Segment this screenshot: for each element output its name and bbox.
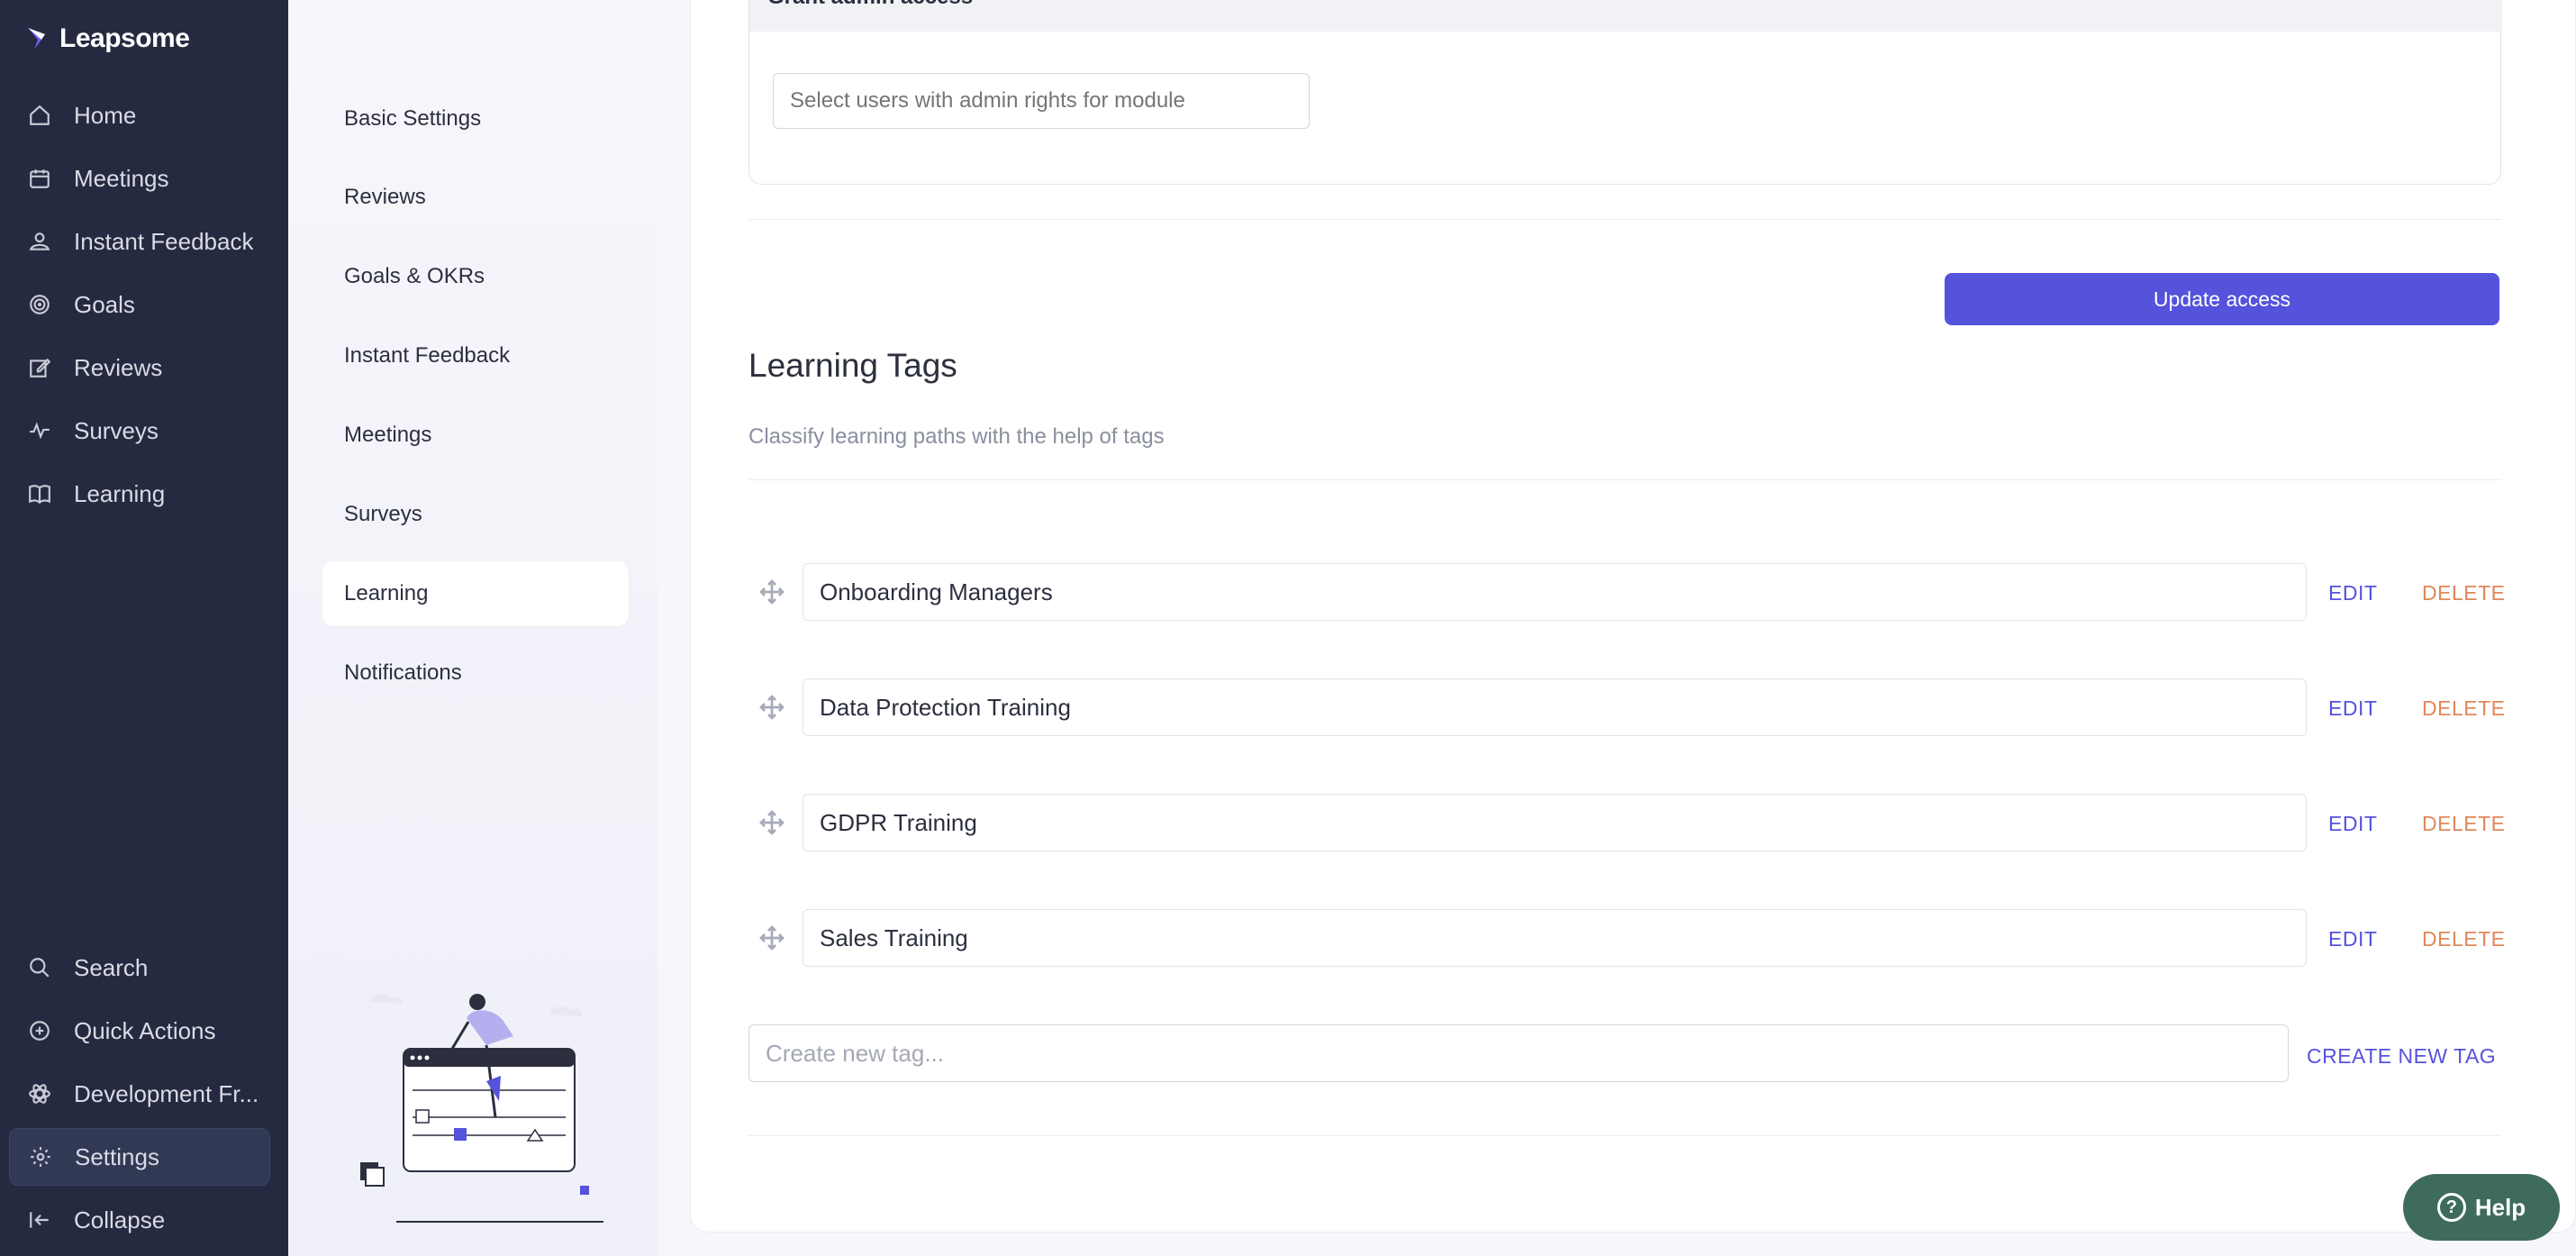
nav-item-collapse[interactable]: Collapse — [9, 1191, 270, 1249]
tag-row: GDPR Training EDIT DELETE — [748, 794, 2505, 851]
nav-item-settings[interactable]: Settings — [9, 1128, 270, 1186]
pulse-icon — [27, 418, 52, 443]
drag-handle-icon[interactable] — [757, 924, 786, 952]
nav-item-label: Home — [74, 101, 137, 129]
help-label: Help — [2474, 1193, 2526, 1221]
book-icon — [27, 481, 52, 506]
feedback-icon — [27, 229, 52, 254]
nav-item-home[interactable]: Home — [9, 86, 270, 144]
nav-item-label: Quick Actions — [74, 1016, 216, 1044]
edit-tag-button[interactable]: EDIT — [2328, 581, 2377, 605]
atom-icon — [27, 1081, 52, 1106]
nav-item-label: Instant Feedback — [74, 227, 254, 255]
settings-menu-learning[interactable]: Learning — [322, 561, 629, 626]
update-access-button[interactable]: Update access — [1945, 273, 2499, 325]
grant-admin-access-header: Grant admin access — [749, 0, 2502, 32]
learning-tags-title: Learning Tags — [748, 347, 957, 384]
tag-name-field[interactable]: Data Protection Training — [803, 678, 2307, 736]
delete-tag-button[interactable]: DELETE — [2422, 581, 2505, 605]
nav-item-label: Search — [74, 953, 149, 981]
person-at-screen-illustration — [360, 994, 603, 1223]
delete-tag-button[interactable]: DELETE — [2422, 812, 2505, 836]
nav-item-label: Settings — [75, 1142, 159, 1170]
nav-item-label: Reviews — [74, 353, 163, 381]
drag-handle-icon[interactable] — [757, 578, 786, 606]
nav-item-surveys[interactable]: Surveys — [9, 402, 270, 460]
settings-menu-meetings[interactable]: Meetings — [322, 403, 629, 468]
nav-item-learning[interactable]: Learning — [9, 465, 270, 523]
new-tag-input[interactable] — [748, 1024, 2289, 1082]
help-button[interactable]: ? Help — [2403, 1174, 2560, 1241]
learning-tags-description: Classify learning paths with the help of… — [748, 424, 1165, 449]
nav-item-quick-actions[interactable]: Quick Actions — [9, 1002, 270, 1060]
admin-users-select[interactable] — [773, 73, 1310, 129]
nav-item-goals[interactable]: Goals — [9, 276, 270, 333]
leapsome-logo[interactable]: Leapsome — [25, 23, 190, 54]
settings-menu-goals-okrs[interactable]: Goals & OKRs — [322, 244, 629, 309]
settings-menu-notifications[interactable]: Notifications — [322, 641, 629, 705]
calendar-icon — [27, 166, 52, 191]
search-icon — [27, 955, 52, 980]
drag-handle-icon[interactable] — [757, 693, 786, 722]
gear-icon — [28, 1144, 53, 1170]
target-icon — [27, 292, 52, 317]
grant-admin-access-title: Grant admin access — [767, 0, 973, 10]
brand-name: Leapsome — [59, 23, 190, 53]
settings-menu-reviews[interactable]: Reviews — [322, 165, 629, 230]
edit-tag-button[interactable]: EDIT — [2328, 696, 2377, 721]
question-icon: ? — [2436, 1193, 2466, 1222]
delete-tag-button[interactable]: DELETE — [2422, 696, 2505, 721]
settings-menu-instant-feedback[interactable]: Instant Feedback — [322, 323, 629, 388]
edit-tag-button[interactable]: EDIT — [2328, 812, 2377, 836]
nav-item-label: Learning — [74, 479, 166, 507]
leapsome-logo-icon — [28, 28, 45, 50]
tag-row: Sales Training EDIT DELETE — [748, 909, 2505, 967]
settings-menu: Basic Settings Reviews Goals & OKRs Inst… — [288, 0, 658, 1256]
drag-handle-icon[interactable] — [757, 808, 786, 837]
nav-item-instant-feedback[interactable]: Instant Feedback — [9, 213, 270, 270]
plus-circle-icon — [27, 1018, 52, 1043]
grant-admin-access-box: Grant admin access — [748, 0, 2502, 185]
edit-icon — [27, 355, 52, 380]
edit-tag-button[interactable]: EDIT — [2328, 927, 2377, 951]
learning-settings-card: Grant admin access Update access Learnin… — [690, 0, 2576, 1233]
tag-row: Onboarding Managers EDIT DELETE — [748, 563, 2505, 621]
nav-item-label: Development Fr... — [74, 1079, 259, 1107]
create-new-tag-button[interactable]: CREATE NEW TAG — [2307, 1044, 2496, 1069]
tag-name-field[interactable]: Sales Training — [803, 909, 2307, 967]
nav-item-label: Collapse — [74, 1206, 166, 1233]
settings-menu-basic-settings[interactable]: Basic Settings — [322, 86, 629, 151]
main-navigation: Leapsome Home Meetings Instant Feedback … — [0, 0, 288, 1256]
nav-item-search[interactable]: Search — [9, 939, 270, 997]
nav-item-meetings[interactable]: Meetings — [9, 150, 270, 207]
home-icon — [27, 103, 52, 128]
divider — [748, 219, 2501, 220]
tag-row: Data Protection Training EDIT DELETE — [748, 678, 2505, 736]
delete-tag-button[interactable]: DELETE — [2422, 927, 2505, 951]
divider — [748, 479, 2501, 480]
collapse-icon — [27, 1207, 52, 1233]
nav-item-label: Goals — [74, 290, 135, 318]
nav-item-label: Surveys — [74, 416, 159, 444]
tag-name-field[interactable]: Onboarding Managers — [803, 563, 2307, 621]
divider — [748, 1135, 2501, 1136]
nav-item-development-framework[interactable]: Development Fr... — [9, 1065, 270, 1123]
settings-menu-surveys[interactable]: Surveys — [322, 482, 629, 547]
main-content: Grant admin access Update access Learnin… — [690, 0, 2576, 1256]
tag-name-field[interactable]: GDPR Training — [803, 794, 2307, 851]
nav-item-reviews[interactable]: Reviews — [9, 339, 270, 396]
nav-item-label: Meetings — [74, 164, 169, 192]
